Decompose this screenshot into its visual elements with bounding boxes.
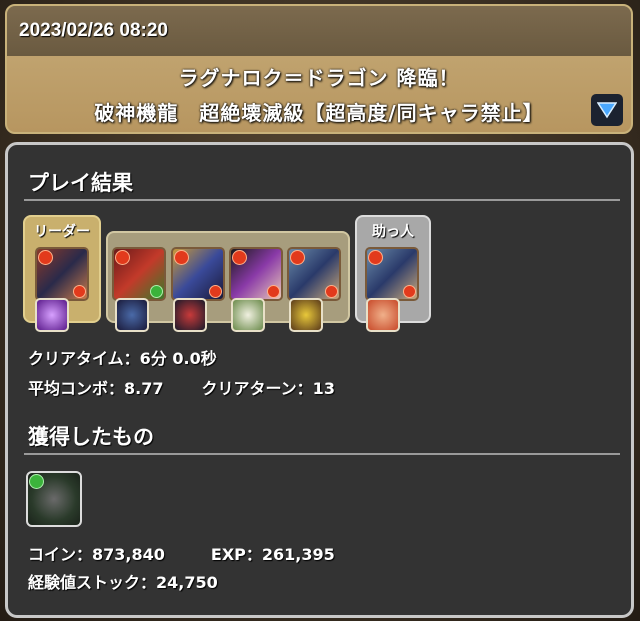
member-4-monster-icon[interactable] bbox=[287, 247, 341, 301]
quest-header-card: 2023/02/26 08:20 ラグナロク＝ドラゴン 降臨！ 破神機龍 超絶壊… bbox=[5, 4, 633, 134]
member-2-monster-icon[interactable] bbox=[171, 247, 225, 301]
fire-attribute-icon bbox=[115, 250, 130, 265]
exp-earned: EXP：261,395 bbox=[210, 545, 335, 564]
fire-attribute-icon bbox=[267, 285, 280, 298]
helper-monster-icon[interactable] bbox=[365, 247, 419, 301]
member-1-monster-icon[interactable] bbox=[112, 247, 166, 301]
clear-time: クリアタイム：6分 0.0秒 bbox=[28, 349, 217, 368]
member-1-assist-icon[interactable] bbox=[115, 298, 149, 332]
helper-label: 助っ人 bbox=[372, 224, 414, 240]
reward-monster-icon[interactable] bbox=[26, 471, 82, 527]
quest-subtitle: 破神機龍 超絶壊滅級【超高度/同キャラ禁止】 bbox=[94, 101, 544, 125]
fire-attribute-icon bbox=[290, 250, 305, 265]
fire-attribute-icon bbox=[403, 285, 416, 298]
fire-attribute-icon bbox=[73, 285, 86, 298]
divider bbox=[24, 199, 620, 201]
fire-attribute-icon bbox=[325, 285, 338, 298]
wood-attribute-icon bbox=[150, 285, 163, 298]
member-3-monster-icon[interactable] bbox=[229, 247, 283, 301]
fire-attribute-icon bbox=[209, 285, 222, 298]
average-combo: 平均コンボ：8.77 bbox=[28, 379, 164, 398]
exp-stock: 経験値ストック：24,750 bbox=[28, 573, 218, 592]
coin-exp-line: コイン：873,840 EXP：261,395 bbox=[28, 541, 335, 565]
coins-earned: コイン：873,840 bbox=[28, 545, 165, 564]
wood-attribute-icon bbox=[29, 474, 44, 489]
clear-turns: クリアターン：13 bbox=[201, 379, 335, 398]
leader-assist-icon[interactable] bbox=[35, 298, 69, 332]
fire-attribute-icon bbox=[174, 250, 189, 265]
combo-turn-line: 平均コンボ：8.77 クリアターン：13 bbox=[28, 375, 335, 399]
member-3-assist-icon[interactable] bbox=[231, 298, 265, 332]
result-panel: プレイ結果 リーダー 助っ人 クリアタイム：6分 0.0秒 平均コンボ：8.77… bbox=[5, 142, 634, 618]
fire-attribute-icon bbox=[38, 250, 53, 265]
divider bbox=[24, 453, 620, 455]
rewards-title: 獲得したもの bbox=[28, 425, 154, 449]
play-result-title: プレイ結果 bbox=[28, 171, 133, 195]
member-2-assist-icon[interactable] bbox=[173, 298, 207, 332]
fire-attribute-icon bbox=[232, 250, 247, 265]
helper-assist-icon[interactable] bbox=[366, 298, 400, 332]
member-4-assist-icon[interactable] bbox=[289, 298, 323, 332]
quest-title: ラグナロク＝ドラゴン 降臨！ bbox=[178, 66, 460, 90]
expand-button[interactable] bbox=[591, 94, 623, 126]
leader-label: リーダー bbox=[34, 224, 90, 240]
play-datetime: 2023/02/26 08:20 bbox=[7, 6, 631, 56]
triangle-down-icon bbox=[597, 102, 617, 119]
leader-monster-icon[interactable] bbox=[35, 247, 89, 301]
fire-attribute-icon bbox=[368, 250, 383, 265]
